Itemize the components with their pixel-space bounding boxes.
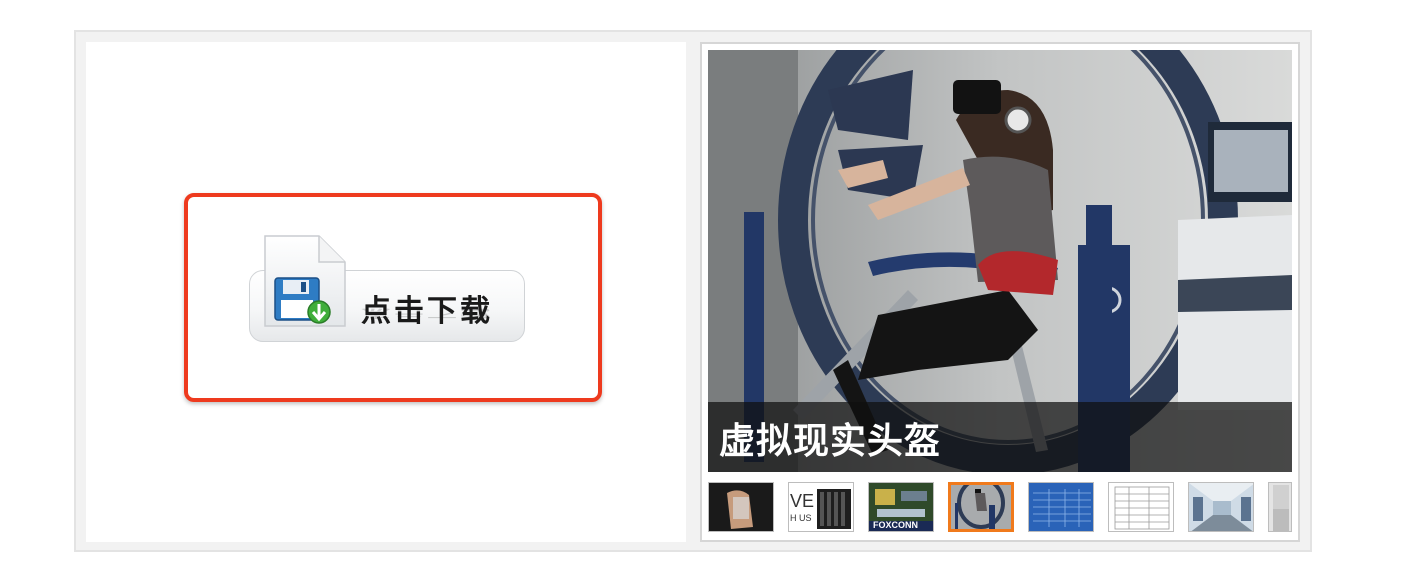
thumbnail-5[interactable]: [1028, 482, 1094, 532]
thumb-text-ve: VE: [790, 491, 815, 511]
thumbnail-6[interactable]: [1108, 482, 1174, 532]
partial-thumb-photo: [1269, 483, 1291, 531]
slide-caption: 虚拟现实头盔: [719, 421, 942, 462]
hand-device-photo: [709, 483, 773, 531]
document-table-photo: [1109, 483, 1173, 531]
main-slide-image[interactable]: 虚拟现实头盔: [708, 50, 1292, 472]
thumbnail-4-active[interactable]: [948, 482, 1014, 532]
thumbnail-2[interactable]: VE H US: [788, 482, 854, 532]
thumbnail-8-partial[interactable]: [1268, 482, 1292, 532]
thumb-subtext: H US: [790, 513, 812, 523]
thumb-text-foxconn: FOXCONN: [873, 520, 918, 530]
thumbnail-3[interactable]: FOXCONN: [868, 482, 934, 532]
download-label-reflection: 点击下载: [361, 306, 493, 320]
download-button[interactable]: 点击下载 点击下载: [249, 234, 527, 344]
vr-headset-photo-thumb: [951, 485, 1011, 529]
office-hallway-photo: [1189, 483, 1253, 531]
floppy-download-icon: [261, 234, 347, 328]
blue-spreadsheet-photo: [1029, 483, 1093, 531]
thumbnail-1[interactable]: [708, 482, 774, 532]
caption-bar: 虚拟现实头盔: [708, 402, 1292, 472]
thumbnail-7[interactable]: [1188, 482, 1254, 532]
